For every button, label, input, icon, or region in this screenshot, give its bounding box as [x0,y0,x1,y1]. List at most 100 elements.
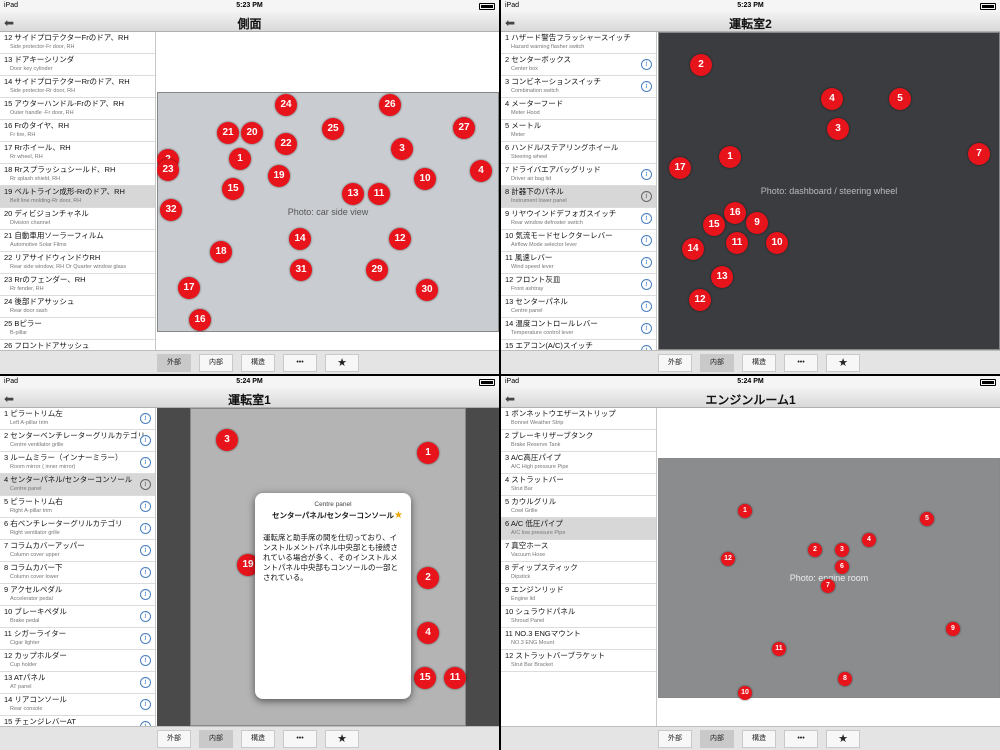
list-item[interactable]: 13 ドアキーシリンダ Door key cylinder [0,54,155,76]
list-item[interactable]: 9 エンジンリッド Engine lid [501,584,656,606]
part-marker[interactable]: 5 [889,88,911,110]
list-item[interactable]: 2 ブレーキリザーブタンク Brake Reserve Tank [501,430,656,452]
info-icon[interactable]: i [140,655,151,666]
part-marker[interactable]: 11 [444,667,466,689]
list-item[interactable]: 26 フロントドアサッシュFront door sash [0,340,155,350]
more-button[interactable]: ••• [784,354,818,372]
parts-list[interactable]: 1 ボンネットウエザーストリップ Bonnet Weather Strip 2 ブレ… [501,408,657,726]
part-marker[interactable]: 2 [808,543,822,557]
part-marker[interactable]: 12 [721,552,735,566]
part-marker[interactable]: 11 [368,183,390,205]
part-marker[interactable]: 12 [689,289,711,311]
part-marker[interactable]: 8 [838,672,852,686]
info-icon[interactable]: i [140,611,151,622]
info-icon[interactable]: i [140,633,151,644]
part-marker[interactable]: 7 [821,579,835,593]
part-marker[interactable]: 18 [210,241,232,263]
list-item[interactable]: 15 チェンジレバーATAT change leveri [0,716,155,726]
list-item[interactable]: 23 Rrのフェンダー、RH Rr fender, RH [0,274,155,296]
list-item[interactable]: 10 ブレーキペダル Brake pedal i [0,606,155,628]
list-item[interactable]: 12 ストラットバーブラケット Strut Bar Bracket [501,650,656,672]
info-icon[interactable]: i [641,301,652,312]
list-item[interactable]: 14 リアコンソール Rear console i [0,694,155,716]
info-icon[interactable]: i [641,191,652,202]
part-marker[interactable]: 14 [682,238,704,260]
part-marker[interactable]: 25 [322,118,344,140]
part-marker[interactable]: 20 [241,122,263,144]
part-marker[interactable]: 29 [366,259,388,281]
info-icon[interactable]: i [140,435,151,446]
list-item[interactable]: 14 サイドプロテクターRrのドア、RH Side protector-Rr do… [0,76,155,98]
part-marker[interactable]: 11 [772,642,786,656]
part-marker[interactable]: 6 [835,560,849,574]
part-marker[interactable]: 10 [766,232,788,254]
info-icon[interactable]: i [641,169,652,180]
list-item[interactable]: 3 ルームミラー（インナーミラー） Room mirror ( inner mir… [0,452,155,474]
list-item[interactable]: 15 アウターハンドル-Frのドア、RH Outer handle -Fr doo… [0,98,155,120]
part-marker[interactable]: 23 [157,159,179,181]
part-marker[interactable]: 17 [669,157,691,179]
part-marker[interactable]: 2 [690,54,712,76]
favorites-star-icon[interactable]: ★ [325,730,359,748]
tab-exterior[interactable]: 外部 [658,354,692,372]
list-item[interactable]: 12 カップホルダー Cup holder i [0,650,155,672]
info-icon[interactable]: i [140,545,151,556]
info-icon[interactable]: i [641,235,652,246]
info-icon[interactable]: i [140,479,151,490]
part-marker[interactable]: 1 [719,146,741,168]
list-item[interactable]: 7 真空ホース Vacuum Hose [501,540,656,562]
list-item[interactable]: 22 リアサイドウィンドウRH Rear side window, RH Or Q… [0,252,155,274]
info-icon[interactable]: i [140,457,151,468]
list-item[interactable]: 21 自動車用ソーラーフィルム Automotive Solar Films [0,230,155,252]
list-item[interactable]: 13 ATパネル AT panel i [0,672,155,694]
part-marker[interactable]: 21 [217,122,239,144]
part-marker[interactable]: 17 [178,277,200,299]
tab-structure[interactable]: 構造 [241,730,275,748]
tab-interior[interactable]: 内部 [199,354,233,372]
part-marker[interactable]: 22 [275,133,297,155]
part-marker[interactable]: 27 [453,117,475,139]
list-item[interactable]: 25 Bピラー B-pillar [0,318,155,340]
tab-structure[interactable]: 構造 [742,730,776,748]
part-marker[interactable]: 4 [470,160,492,182]
list-item[interactable]: 20 ディビジョンチャネル Division channel [0,208,155,230]
part-marker[interactable]: 12 [389,228,411,250]
part-marker[interactable]: 11 [726,232,748,254]
list-item[interactable]: 18 Rrスプラッシュシールド、RH Rr splash shield, RH [0,164,155,186]
part-marker[interactable]: 26 [379,94,401,116]
list-item[interactable]: 24 後部ドアサッシュ Rear door sash [0,296,155,318]
list-item[interactable]: 8 ディップスティック Dipstick [501,562,656,584]
tab-structure[interactable]: 構造 [742,354,776,372]
part-marker[interactable]: 32 [160,199,182,221]
tab-exterior[interactable]: 外部 [658,730,692,748]
list-item[interactable]: 6 A/C 低圧パイプ A/C low pressure Pipe [501,518,656,540]
tab-interior[interactable]: 内部 [700,354,734,372]
part-marker[interactable]: 7 [968,143,990,165]
part-marker[interactable]: 13 [711,266,733,288]
list-item[interactable]: 4 ストラットバー Strut Bar [501,474,656,496]
part-marker[interactable]: 5 [920,512,934,526]
part-marker[interactable]: 14 [289,228,311,250]
list-item[interactable]: 6 ハンドル/ステアリングホイール Steering wheel [501,142,656,164]
list-item[interactable]: 4 センターパネル/センターコンソール Centre panel i [0,474,155,496]
info-icon[interactable]: i [641,279,652,290]
list-item[interactable]: 3 コンビネーションスイッチ Combination switch i [501,76,656,98]
favorites-star-icon[interactable]: ★ [826,354,860,372]
part-marker[interactable]: 4 [862,533,876,547]
more-button[interactable]: ••• [283,730,317,748]
list-item[interactable]: 1 ピラートリム左 Left A-pillar trim i [0,408,155,430]
list-item[interactable]: 11 NO.3 ENGマウント NO.3 ENG Mount [501,628,656,650]
part-marker[interactable]: 30 [416,279,438,301]
part-marker[interactable]: 4 [821,88,843,110]
part-marker[interactable]: 3 [827,118,849,140]
list-item[interactable]: 11 風速レバー Wind speed lever i [501,252,656,274]
part-image-view[interactable]: Photo: dashboard / steering wheel 245317… [658,32,1000,350]
part-marker[interactable]: 16 [724,202,746,224]
tab-interior[interactable]: 内部 [199,730,233,748]
list-item[interactable]: 8 計器下のパネル Instrument lower panel i [501,186,656,208]
part-marker[interactable]: 24 [275,94,297,116]
list-item[interactable]: 2 センターベンチレーターグリルカテゴリ Centre ventilator gr… [0,430,155,452]
part-marker[interactable]: 9 [946,622,960,636]
tab-structure[interactable]: 構造 [241,354,275,372]
list-item[interactable]: 1 ボンネットウエザーストリップ Bonnet Weather Strip [501,408,656,430]
